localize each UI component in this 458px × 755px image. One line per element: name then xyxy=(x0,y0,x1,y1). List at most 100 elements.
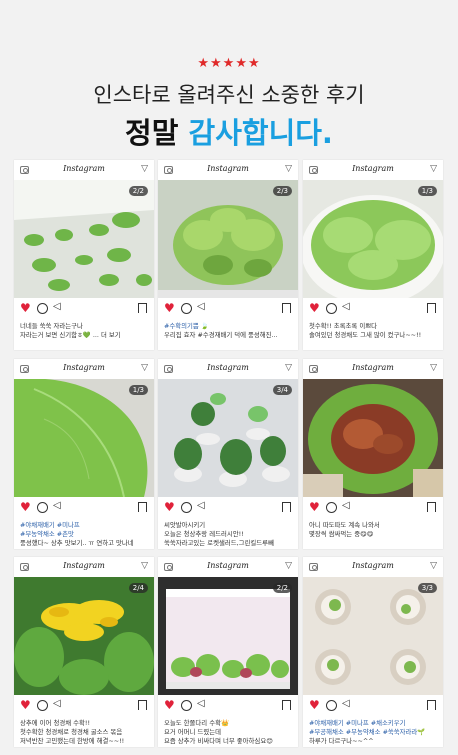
bookmark-icon[interactable] xyxy=(282,303,291,313)
bookmark-icon[interactable] xyxy=(282,502,291,512)
share-icon[interactable]: ◁ xyxy=(342,301,350,312)
caption-line: 씨앗발아시키기 xyxy=(164,521,206,529)
caption-line: #무공해채소 #무농약채소 #쑥쑥자라라🌱 xyxy=(309,728,426,736)
post-photo[interactable]: 3/3 xyxy=(303,577,443,695)
caption-line: 쑥쑥자라고있는 로켓샐러드,그린킬드루빼 xyxy=(164,539,274,547)
share-icon[interactable]: ◁ xyxy=(342,698,350,709)
post-topbar: Instagram ▽ xyxy=(303,160,443,180)
send-icon[interactable]: ▽ xyxy=(141,164,148,174)
post-caption: 아니 따도따도 계속 나와서 몇장씩 쌈싸먹는 중😋😋 xyxy=(309,521,439,539)
send-icon[interactable]: ▽ xyxy=(430,561,437,571)
brand-logo: Instagram xyxy=(63,164,105,173)
image-counter-badge: 1/3 xyxy=(417,186,437,196)
rating-stars: ★★★★★ xyxy=(197,56,261,71)
heart-icon[interactable]: ♥ xyxy=(309,301,320,315)
heart-icon[interactable]: ♥ xyxy=(20,500,31,514)
post-topbar: Instagram ▽ xyxy=(14,160,154,180)
image-counter-badge: 2/2 xyxy=(128,186,148,196)
heart-icon[interactable]: ♥ xyxy=(164,698,175,712)
post-actions: ♥ ◁ xyxy=(303,500,443,516)
post-card[interactable]: Instagram ▽ 2/2 ♥ ◁ 오늘도 한쫄다리 수확👑 요거 어머니 드렸는… xyxy=(158,557,298,747)
bookmark-icon[interactable] xyxy=(138,502,147,512)
post-card[interactable]: Instagram ▽ 1/3 ♥ ◁ 첫수확!! 초록초록 이쁘다 솔여있던 청경채… xyxy=(303,160,443,350)
heart-icon[interactable]: ♥ xyxy=(309,500,320,514)
heart-icon[interactable]: ♥ xyxy=(309,698,320,712)
post-card[interactable]: Instagram ▽ 1/3 ♥ ◁ #야채재배기 #미나프 #무농약채소 #촌맛 풍… xyxy=(14,359,154,549)
post-card[interactable]: Instagram ▽ 3/3 ♥ ◁ #야채재배기 #미나프 #채소키우기 #무공해… xyxy=(303,557,443,747)
brand-logo: Instagram xyxy=(352,164,394,173)
post-photo[interactable] xyxy=(303,379,443,497)
bookmark-icon[interactable] xyxy=(427,700,436,710)
comment-icon[interactable] xyxy=(37,502,48,513)
caption-line: 첫수확!! 초록초록 이쁘다 xyxy=(309,322,377,330)
post-card[interactable]: Instagram ▽ 2/2 ♥ ◁ 너네들 쑥쑥 자라는구나 자라는거 보면 신기… xyxy=(14,160,154,350)
bookmark-icon[interactable] xyxy=(427,502,436,512)
comment-icon[interactable] xyxy=(37,303,48,314)
share-icon[interactable]: ◁ xyxy=(197,301,205,312)
post-card[interactable]: Instagram ▽ 2/4 ♥ ◁ 상추에 이어 청경채 수확!! 첫수확한 청경… xyxy=(14,557,154,747)
bookmark-icon[interactable] xyxy=(427,303,436,313)
subtitle: 인스타로 올려주신 소중한 후기 xyxy=(93,83,365,107)
post-topbar: Instagram ▽ xyxy=(14,557,154,577)
send-icon[interactable]: ▽ xyxy=(285,561,292,571)
image-counter-badge: 2/3 xyxy=(272,186,292,196)
lettuce-bowl-photo xyxy=(303,180,443,298)
post-photo[interactable]: 2/2 xyxy=(158,577,298,695)
comment-icon[interactable] xyxy=(326,700,337,711)
share-icon[interactable]: ◁ xyxy=(53,698,61,709)
comment-icon[interactable] xyxy=(326,303,337,314)
share-icon[interactable]: ◁ xyxy=(53,301,61,312)
heart-icon[interactable]: ♥ xyxy=(20,698,31,712)
caption-line: 오늘은 청상추랑 레드러시안!! xyxy=(164,530,244,538)
heart-icon[interactable]: ♥ xyxy=(20,301,31,315)
brand-logo: Instagram xyxy=(63,363,105,372)
post-photo[interactable]: 1/3 xyxy=(303,180,443,298)
post-photo[interactable]: 1/3 xyxy=(14,379,154,497)
post-photo[interactable]: 3/4 xyxy=(158,379,298,497)
post-card[interactable]: Instagram ▽ 3/4 ♥ ◁ 씨앗발아시키기 오늘은 청상추랑 레드러시안!… xyxy=(158,359,298,549)
heart-icon[interactable]: ♥ xyxy=(164,500,175,514)
share-icon[interactable]: ◁ xyxy=(197,698,205,709)
send-icon[interactable]: ▽ xyxy=(285,164,292,174)
comment-icon[interactable] xyxy=(37,700,48,711)
caption-line: 몇장씩 쌈싸먹는 중😋😋 xyxy=(309,530,374,538)
caption-line: 너네들 쑥쑥 자라는구나 xyxy=(20,322,83,330)
caption-line: #야채재배기 #미나프 xyxy=(20,521,80,529)
send-icon[interactable]: ▽ xyxy=(430,164,437,174)
post-photo[interactable]: 2/2 xyxy=(14,180,154,298)
bookmark-icon[interactable] xyxy=(282,700,291,710)
caption-line: 오늘도 한쫄다리 수확👑 xyxy=(164,719,229,727)
caption-line: #무농약채소 #촌맛 xyxy=(20,530,74,538)
share-icon[interactable]: ◁ xyxy=(53,500,61,511)
post-card[interactable]: Instagram ▽ ♥ ◁ 아니 따도따도 계속 나와서 몇장씩 쌈싸먹는 중😋😋 xyxy=(303,359,443,549)
post-photo[interactable]: 2/3 xyxy=(158,180,298,298)
caption-line: 솔여있던 청경채도 그새 많이 컸구나~~!! xyxy=(309,331,422,339)
post-caption: 너네들 쑥쑥 자라는구나 자라는거 보면 신기함ㅎ💚 ... 더 보기 xyxy=(20,322,150,340)
comment-icon[interactable] xyxy=(181,700,192,711)
send-icon[interactable]: ▽ xyxy=(141,561,148,571)
comment-icon[interactable] xyxy=(326,502,337,513)
post-actions: ♥ ◁ xyxy=(14,301,154,317)
sprout-pods-photo xyxy=(303,577,443,695)
send-icon[interactable]: ▽ xyxy=(285,363,292,373)
bookmark-icon[interactable] xyxy=(138,303,147,313)
caption-line: 요즘 상추가 비싸다며 너무 좋아하심요😊 xyxy=(164,737,273,745)
share-icon[interactable]: ◁ xyxy=(342,500,350,511)
comment-icon[interactable] xyxy=(181,502,192,513)
comment-icon[interactable] xyxy=(181,303,192,314)
send-icon[interactable]: ▽ xyxy=(430,363,437,373)
post-photo[interactable]: 2/4 xyxy=(14,577,154,695)
share-icon[interactable]: ◁ xyxy=(197,500,205,511)
image-counter-badge: 2/2 xyxy=(272,583,292,593)
lettuce-wrap-photo xyxy=(303,379,443,497)
post-topbar: Instagram ▽ xyxy=(158,359,298,379)
caption-line: #수확의기쁨 🍃 xyxy=(164,322,209,330)
send-icon[interactable]: ▽ xyxy=(141,363,148,373)
brand-logo: Instagram xyxy=(207,561,249,570)
heart-icon[interactable]: ♥ xyxy=(164,301,175,315)
bookmark-icon[interactable] xyxy=(138,700,147,710)
image-counter-badge: 2/4 xyxy=(128,583,148,593)
post-topbar: Instagram ▽ xyxy=(14,359,154,379)
brand-logo: Instagram xyxy=(352,363,394,372)
post-card[interactable]: Instagram ▽ 2/3 ♥ ◁ #수확의기쁨 🍃 우리집 효자 #수경재배기 … xyxy=(158,160,298,350)
